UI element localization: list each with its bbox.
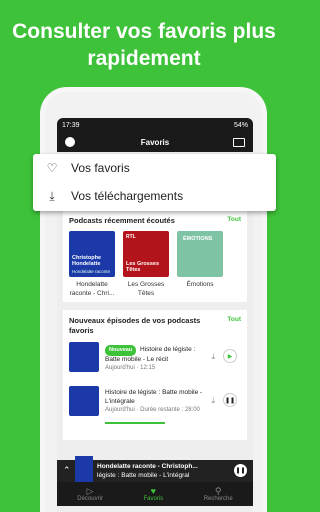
nav-label: Recherche bbox=[203, 496, 233, 502]
status-battery: 54% bbox=[233, 121, 248, 129]
status-bar: 17:39 54% bbox=[57, 118, 253, 132]
download-icon: ⤓ bbox=[49, 188, 55, 203]
mini-player[interactable]: ⌃ Hondelatte raconte - Christoph... légi… bbox=[57, 456, 253, 482]
cover-subtitle: RTL bbox=[126, 234, 136, 240]
cover-title: Christophe Hondelatte bbox=[72, 255, 102, 267]
cover-title: Les Grosses Têtes bbox=[126, 261, 160, 273]
download-icon[interactable]: ⤓ bbox=[211, 396, 215, 406]
new-episodes-see-all[interactable]: Tout bbox=[227, 316, 241, 323]
bottom-nav: ▷ Découvrir ♥ Favoris ⚲ Recherche bbox=[57, 482, 253, 506]
dropdown-item-label: Vos favoris bbox=[71, 161, 130, 175]
podcast-caption: Hondelatte raconte - Chri... bbox=[69, 281, 115, 297]
podcast-tile[interactable]: ÉMOTIONS Émotions bbox=[177, 231, 223, 298]
dropdown-item-favoris[interactable]: ♡ Vos favoris bbox=[33, 154, 276, 182]
account-icon[interactable] bbox=[65, 137, 75, 147]
nav-label: Découvrir bbox=[77, 496, 103, 502]
episode-meta: Aujourd'hui · 12:15 bbox=[105, 365, 156, 371]
download-icon[interactable]: ⤓ bbox=[211, 352, 215, 362]
pause-button[interactable]: ❚❚ bbox=[223, 393, 237, 407]
episode-row[interactable]: Nouveau Histoire de légiste : Batte mobi… bbox=[69, 342, 241, 380]
favorites-dropdown: ♡ Vos favoris ⤓ Vos téléchargements bbox=[33, 154, 276, 211]
podcast-tile[interactable]: RTL Les Grosses Têtes Les Grosses Têtes bbox=[123, 231, 169, 298]
dropdown-item-label: Vos téléchargements bbox=[71, 189, 184, 203]
new-episodes-card: Nouveaux épisodes de vos podcasts favori… bbox=[63, 310, 247, 440]
nav-item-recherche[interactable]: ⚲ Recherche bbox=[204, 486, 233, 502]
status-time: 17:39 bbox=[62, 121, 80, 129]
app-bar: Favoris bbox=[57, 132, 253, 152]
podcast-cover: ÉMOTIONS bbox=[177, 231, 223, 277]
mini-player-subtitle: légiste : Batte mobile - L'intégral bbox=[97, 472, 190, 479]
headline-line-1: Consulter vos favoris plus bbox=[12, 20, 276, 43]
chevron-up-icon[interactable]: ⌃ bbox=[63, 465, 71, 476]
app-bar-title: Favoris bbox=[140, 137, 170, 147]
episode-progress bbox=[105, 422, 165, 424]
headline-line-2: rapidement bbox=[87, 47, 201, 70]
search-icon: ⚲ bbox=[214, 486, 222, 496]
recent-podcasts-see-all[interactable]: Tout bbox=[227, 216, 241, 223]
pause-button[interactable]: ❚❚ bbox=[234, 464, 247, 477]
heart-icon: ♥ bbox=[150, 486, 156, 496]
play-button[interactable]: ▶ bbox=[223, 349, 237, 363]
cast-icon[interactable] bbox=[233, 138, 245, 147]
podcast-caption: Émotions bbox=[186, 281, 214, 288]
episode-cover bbox=[69, 342, 99, 372]
recent-podcasts-card: Podcasts récemment écoutés Tout Christop… bbox=[63, 210, 247, 302]
episode-cover bbox=[69, 386, 99, 416]
dropdown-item-telechargements[interactable]: ⤓ Vos téléchargements bbox=[33, 182, 276, 210]
play-icon: ▷ bbox=[86, 486, 94, 496]
episode-meta: Aujourd'hui · Durée restante : 28:00 bbox=[105, 407, 200, 413]
cover-title: ÉMOTIONS bbox=[183, 236, 213, 242]
podcast-cover: RTL Les Grosses Têtes bbox=[123, 231, 169, 277]
mini-player-title: Hondelatte raconte - Christoph... bbox=[97, 463, 198, 470]
new-badge: Nouveau bbox=[105, 345, 137, 356]
recent-podcasts-title: Podcasts récemment écoutés bbox=[69, 216, 175, 225]
episode-row[interactable]: Histoire de légiste : Batte mobile - L'i… bbox=[69, 386, 241, 424]
heart-icon: ♡ bbox=[46, 161, 58, 175]
podcast-tile[interactable]: Christophe Hondelatte Hondelatte raconte… bbox=[69, 231, 115, 298]
new-episodes-title: Nouveaux épisodes de vos podcasts favori… bbox=[69, 316, 201, 335]
episode-title: Histoire de légiste : Batte mobile - L'i… bbox=[105, 389, 203, 405]
nav-label: Favoris bbox=[143, 496, 164, 502]
mini-player-cover bbox=[75, 456, 93, 482]
nav-item-decouvrir[interactable]: ▷ Découvrir bbox=[77, 486, 103, 502]
cover-subtitle: Hondelatte raconte bbox=[72, 269, 111, 274]
promo-headline: Consulter vos favoris plus rapidement bbox=[0, 18, 288, 72]
podcast-cover: Christophe Hondelatte Hondelatte raconte bbox=[69, 231, 115, 277]
nav-item-favoris[interactable]: ♥ Favoris bbox=[143, 486, 163, 502]
podcast-caption: Les Grosses Têtes bbox=[127, 281, 165, 297]
